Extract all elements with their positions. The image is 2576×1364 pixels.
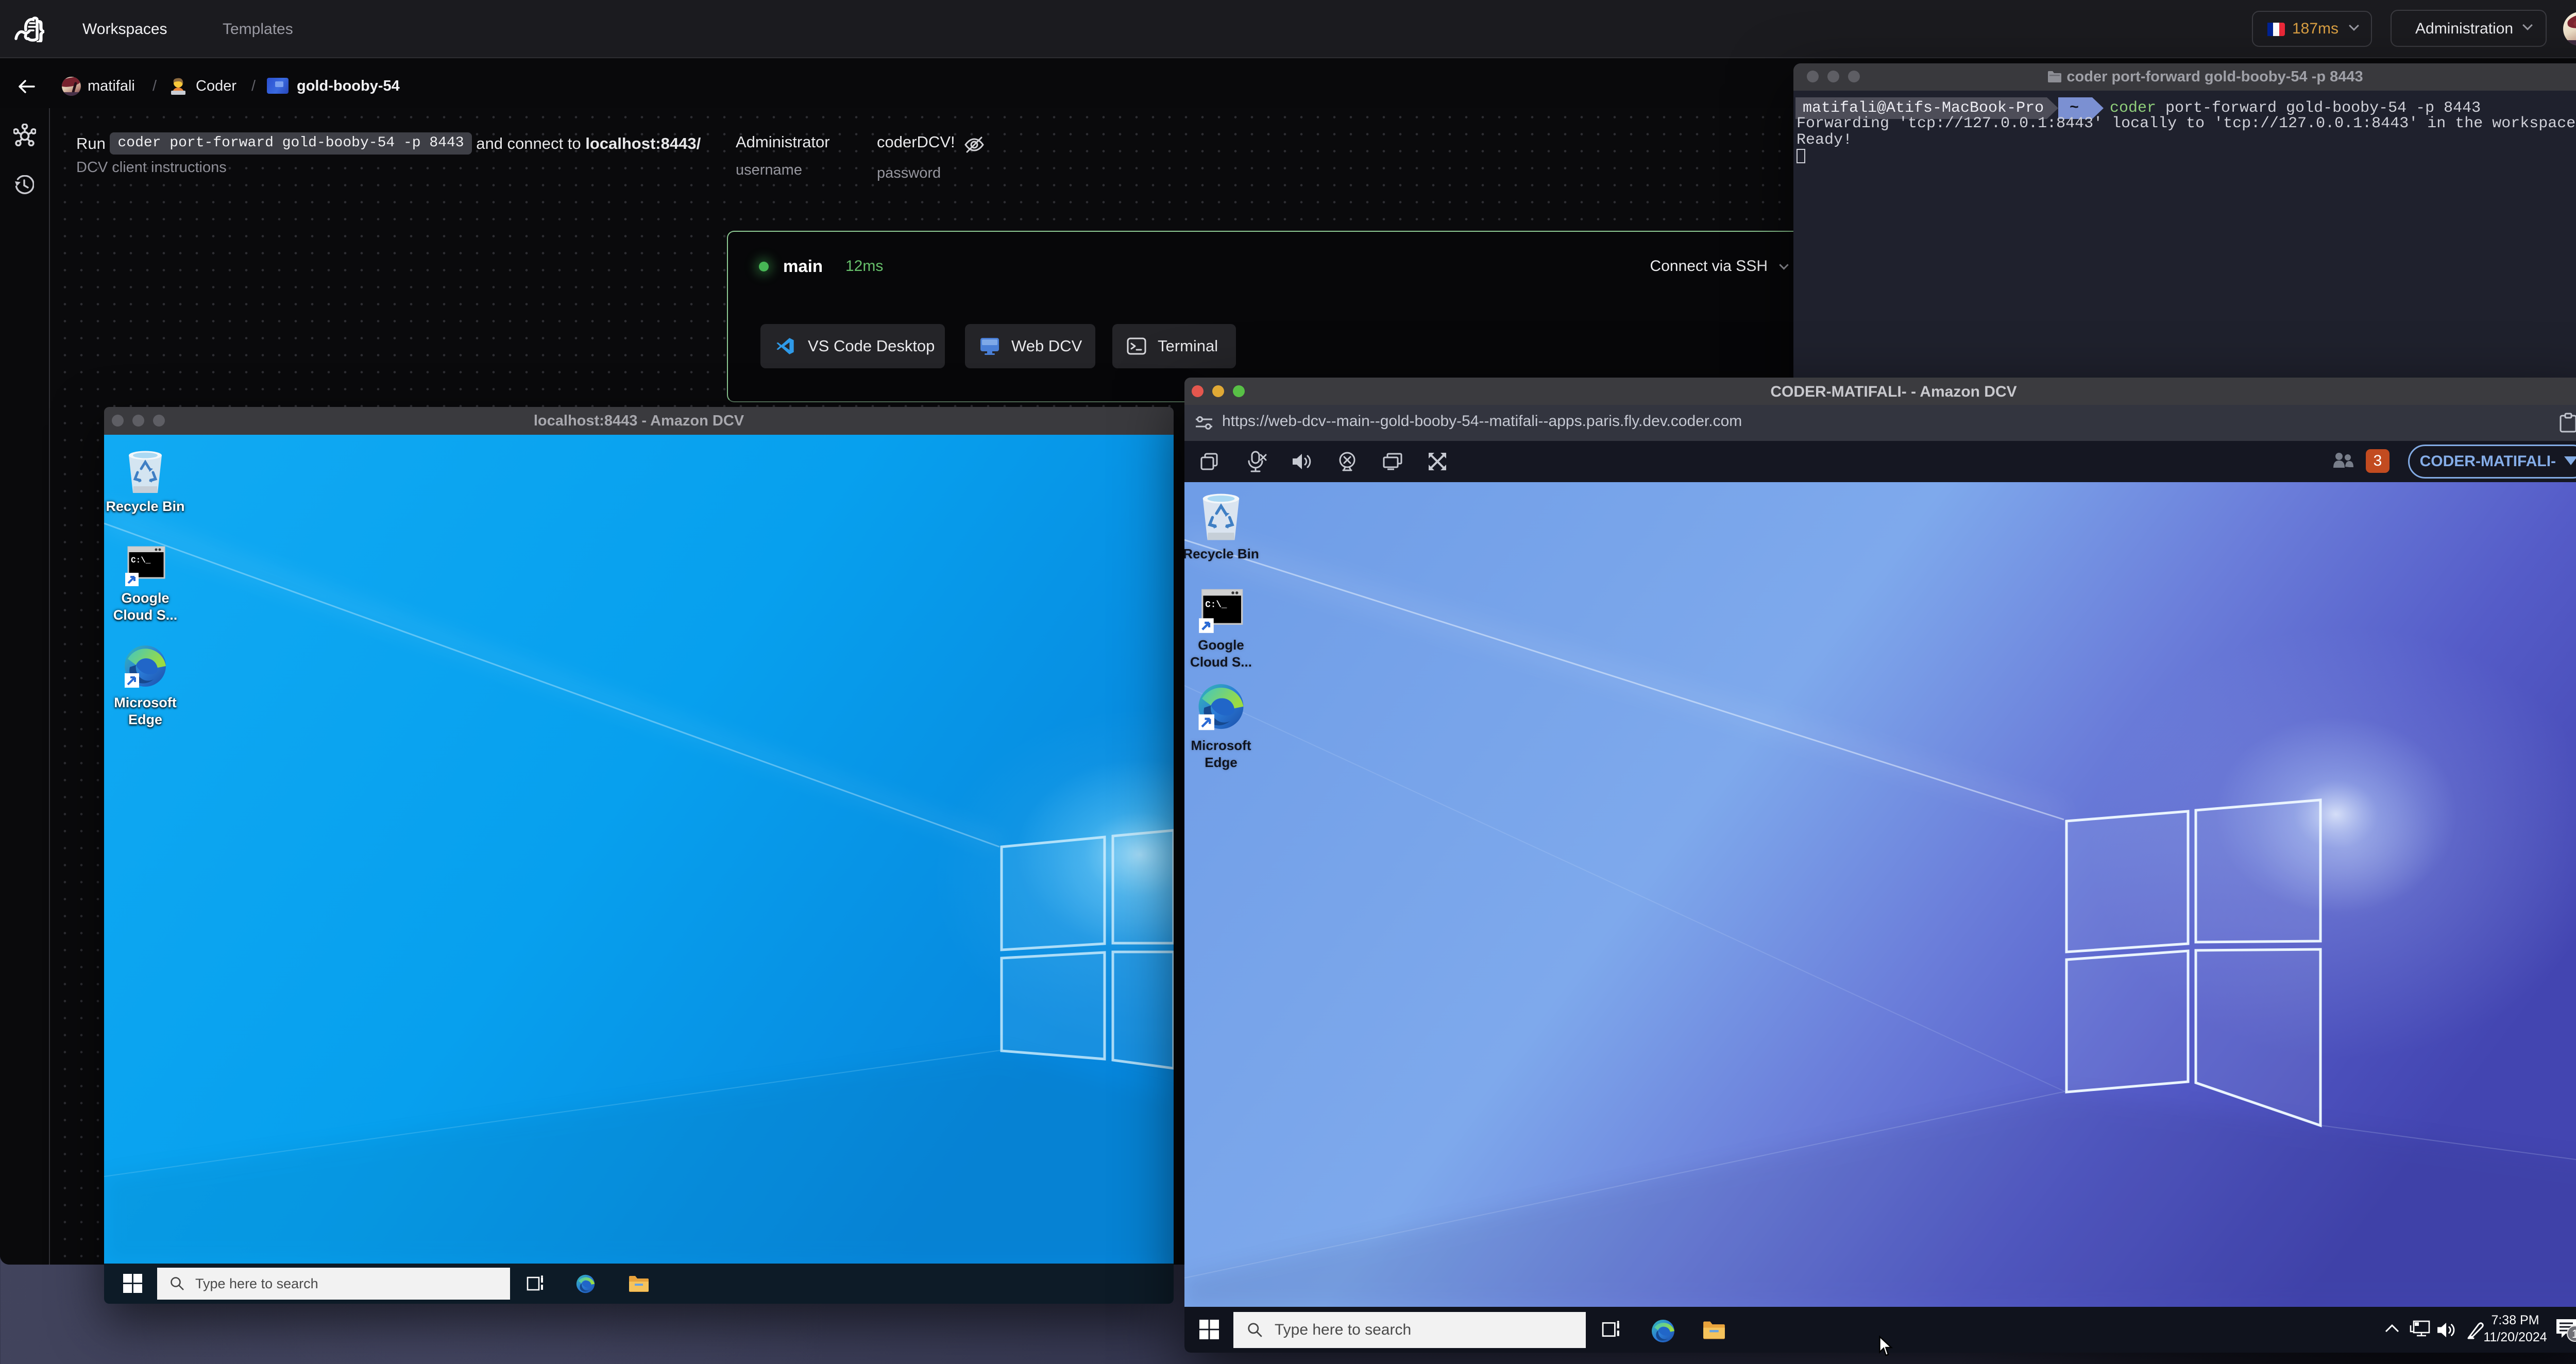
- svg-text:}: }: [36, 16, 44, 42]
- svg-text:C:\_: C:\_: [1205, 600, 1227, 610]
- svg-text:C:\_: C:\_: [131, 556, 151, 565]
